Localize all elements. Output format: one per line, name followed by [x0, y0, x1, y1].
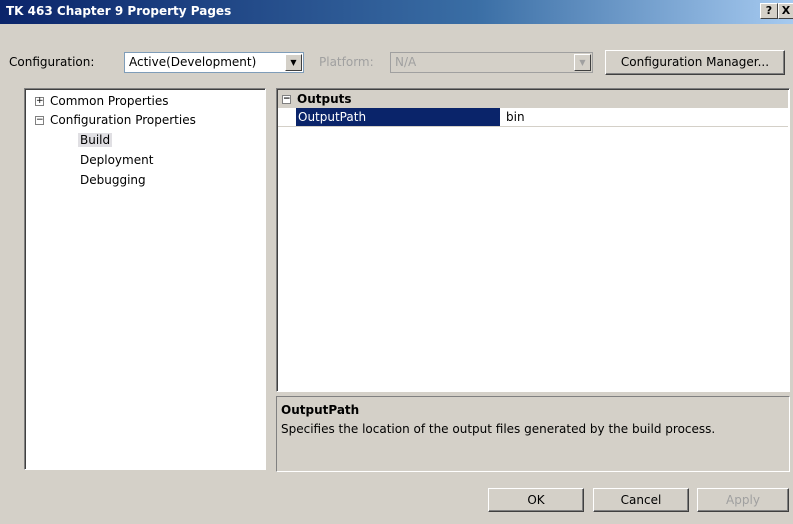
chevron-down-icon[interactable]: ▼: [574, 54, 591, 71]
tree-node-common-properties[interactable]: + Common Properties: [35, 93, 169, 109]
grid-category-outputs[interactable]: − Outputs: [278, 90, 788, 108]
collapse-icon[interactable]: −: [282, 95, 291, 104]
ok-button[interactable]: OK: [488, 488, 584, 512]
platform-label: Platform:: [319, 55, 374, 69]
cancel-label: Cancel: [620, 493, 662, 507]
configuration-manager-label: Configuration Manager...: [620, 55, 770, 69]
platform-dropdown[interactable]: N/A ▼: [390, 52, 593, 73]
ok-label: OK: [527, 493, 545, 507]
tree-node-configuration-properties[interactable]: − Configuration Properties: [35, 112, 196, 128]
chevron-down-icon[interactable]: ▼: [285, 54, 302, 71]
close-button[interactable]: X: [778, 3, 793, 19]
description-title: OutputPath: [281, 403, 360, 417]
configuration-dropdown[interactable]: Active(Development) ▼: [124, 52, 304, 73]
tree-node-label: Common Properties: [50, 94, 169, 108]
help-icon: ?: [765, 4, 773, 17]
collapse-icon[interactable]: −: [35, 116, 44, 125]
tree-node-label: Configuration Properties: [50, 113, 196, 127]
platform-value: N/A: [395, 55, 417, 69]
configuration-manager-button[interactable]: Configuration Manager...: [605, 50, 785, 75]
property-tree[interactable]: + Common Properties − Configuration Proper…: [24, 88, 266, 470]
help-button[interactable]: ?: [760, 3, 778, 19]
description-text: Specifies the location of the output fil…: [281, 422, 716, 436]
tree-node-deployment[interactable]: Deployment: [80, 152, 153, 168]
configuration-value: Active(Development): [129, 55, 257, 69]
grid-property-value[interactable]: bin: [502, 108, 525, 126]
cancel-button[interactable]: Cancel: [593, 488, 689, 512]
grid-property-name[interactable]: OutputPath: [296, 108, 500, 126]
grid-row-outputpath[interactable]: OutputPath bin: [278, 108, 788, 127]
window-title: TK 463 Chapter 9 Property Pages: [6, 4, 232, 18]
property-grid[interactable]: − Outputs OutputPath bin: [276, 88, 790, 392]
configuration-label: Configuration:: [9, 55, 95, 69]
tree-node-debugging[interactable]: Debugging: [80, 172, 146, 188]
grid-category-label: Outputs: [297, 92, 352, 106]
tree-node-label: Debugging: [80, 173, 146, 187]
apply-label: Apply: [726, 493, 760, 507]
close-icon: X: [781, 4, 791, 17]
tree-node-build[interactable]: Build: [78, 132, 113, 148]
tree-node-label: Deployment: [80, 153, 154, 167]
apply-button[interactable]: Apply: [697, 488, 789, 512]
expand-icon[interactable]: +: [35, 97, 44, 106]
window-title-bar[interactable]: TK 463 Chapter 9 Property Pages: [0, 0, 793, 24]
tree-node-label: Build: [78, 133, 113, 147]
description-panel: OutputPath Specifies the location of the…: [276, 396, 790, 472]
